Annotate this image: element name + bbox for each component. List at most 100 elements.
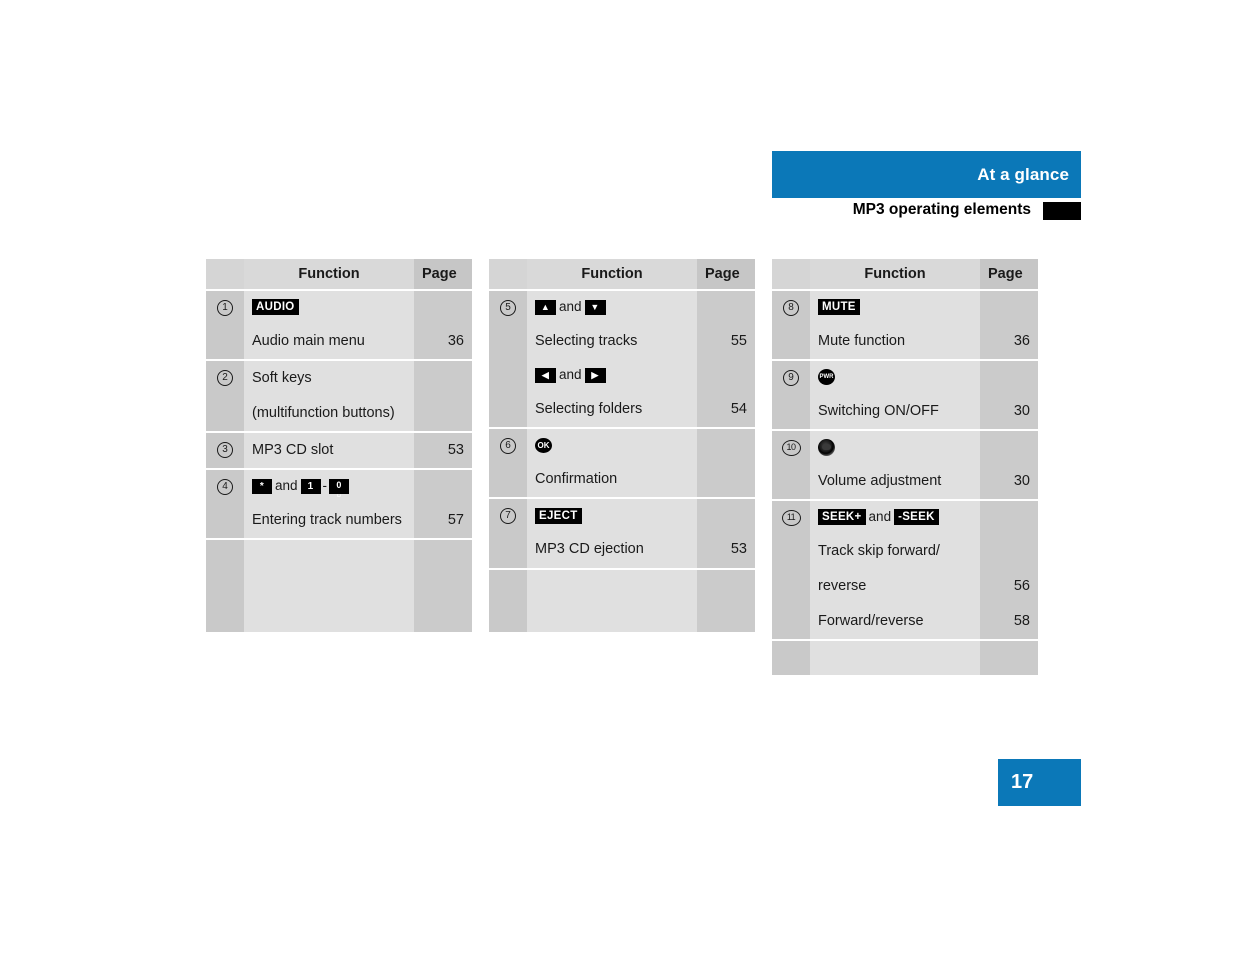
table-row: 3 MP3 CD slot 53: [206, 432, 472, 471]
arrow-key-icon: ◀: [535, 367, 556, 383]
function-cell: Forward/reverse: [810, 604, 980, 642]
page-cell: [414, 360, 472, 397]
item-number-badge: 4: [217, 479, 233, 496]
item-number-cell: 8: [772, 290, 810, 362]
column-header-function: Function: [810, 259, 980, 292]
column-header-page: Page: [414, 259, 472, 292]
page-cell: 53: [414, 432, 472, 471]
page-number: 17: [1011, 771, 1034, 793]
function-cell: OK: [527, 428, 697, 463]
function-cell: Selecting tracks: [527, 324, 697, 360]
page-cell: [697, 359, 755, 393]
page-cell: [980, 534, 1038, 570]
table-header-row: Function Page: [206, 259, 472, 292]
page-cell: [697, 498, 755, 533]
page-cell: [414, 469, 472, 504]
ok-button-icon: OK: [535, 438, 552, 454]
function-cell: Mute function: [810, 324, 980, 362]
conjunction-and: and: [868, 509, 892, 525]
function-cell: Switching ON/OFF: [810, 394, 980, 432]
table-row: Forward/reverse 58: [772, 604, 1038, 642]
table-row: 6 OK: [489, 428, 755, 500]
table-row: Entering track numbers 57: [206, 503, 472, 541]
page-cell: 36: [980, 324, 1038, 362]
number-key-label: 0: [336, 479, 342, 490]
item-number-cell: 3: [206, 432, 244, 471]
item-number-badge: 7: [500, 508, 516, 525]
chapter-tab-marker: [1043, 202, 1081, 220]
page-cell: 36: [414, 324, 472, 362]
function-cell: MP3 CD slot: [244, 432, 414, 471]
table-row: Mute function 36: [772, 324, 1038, 362]
table-row: Selecting folders 54: [489, 392, 755, 430]
function-cell: [810, 430, 980, 465]
table-middle-wrapper: Function Page 5 ▲ and ▼ Selecting tracks 55 ◀ and…: [489, 259, 755, 632]
function-cell: * and 1-0 ␣: [244, 469, 414, 504]
page-cell: [980, 360, 1038, 395]
page-cell: 56: [980, 569, 1038, 605]
table-row: 10: [772, 430, 1038, 502]
item-number-cell: 11: [772, 500, 810, 642]
item-number-cell: 5: [489, 290, 527, 430]
number-key-icon: *: [252, 478, 272, 494]
button-label-icon: AUDIO: [252, 299, 299, 316]
table-row: Selecting tracks 55: [489, 324, 755, 360]
page-cell: 57: [414, 503, 472, 541]
item-number-badge: 5: [500, 300, 516, 317]
item-number-cell: 10: [772, 430, 810, 502]
filler-function-cell: [527, 568, 697, 632]
table-row: reverse 56: [772, 569, 1038, 605]
table-row: 11 SEEK+ and -SEEK: [772, 500, 1038, 642]
table-row: 4 * and 1-0 ␣: [206, 469, 472, 541]
page-header: At a glance MP3 operating elements: [772, 151, 1081, 222]
table-row: 1 AUDIO: [206, 290, 472, 362]
filler-function-cell: [810, 640, 980, 676]
table-row: Volume adjustment 30: [772, 464, 1038, 502]
function-cell: AUDIO: [244, 290, 414, 325]
page-cell: [980, 430, 1038, 465]
table-row: Confirmation: [489, 462, 755, 500]
page-cell: 30: [980, 394, 1038, 432]
function-cell: EJECT: [527, 498, 697, 533]
function-cell: MP3 CD ejection: [527, 532, 697, 570]
table-left-wrapper: Function Page 1 AUDIO Audio main menu 36 2 Soft…: [206, 259, 472, 633]
page-cell: [980, 500, 1038, 535]
page-title-row: MP3 operating elements: [772, 198, 1081, 222]
table-row: 9 PWR: [772, 360, 1038, 432]
item-number-badge: 8: [783, 300, 799, 317]
arrow-key-icon: ▶: [584, 367, 606, 383]
function-cell: Selecting folders: [527, 392, 697, 430]
power-button-icon: PWR: [818, 369, 835, 386]
function-cell: Soft keys: [244, 360, 414, 397]
conjunction-and: and: [275, 478, 298, 494]
conjunction-and: and: [559, 367, 582, 383]
table-row: 2 Soft keys: [206, 360, 472, 434]
conjunction-and: and: [559, 299, 582, 315]
item-number-cell: 6: [489, 428, 527, 500]
item-number-badge: 6: [500, 438, 516, 455]
item-number-cell: 1: [206, 290, 244, 362]
section-title-bar: At a glance: [772, 151, 1081, 198]
table-left: Function Page 1 AUDIO Audio main menu 36 2 Soft…: [206, 259, 472, 633]
table-middle: Function Page 5 ▲ and ▼ Selecting tracks 55 ◀ and…: [489, 259, 755, 632]
item-number-cell: 7: [489, 498, 527, 570]
table-filler-row: [206, 539, 472, 633]
column-header-number: [772, 259, 810, 292]
table-header-row: Function Page: [489, 259, 755, 292]
function-cell: Volume adjustment: [810, 464, 980, 502]
page-cell: 30: [980, 464, 1038, 502]
table-row: 5 ▲ and ▼: [489, 290, 755, 430]
function-cell: MUTE: [810, 290, 980, 325]
function-cell: (multifunction buttons): [244, 396, 414, 434]
button-label-icon: EJECT: [535, 507, 582, 524]
page-cell: [414, 290, 472, 325]
table-right: Function Page 8 MUTE Mute function 36 9 PWR Swit…: [772, 259, 1038, 676]
arrow-key-icon: ▲: [535, 299, 556, 315]
function-cell: Confirmation: [527, 462, 697, 500]
table-filler-row: [489, 568, 755, 632]
table-filler-row: [772, 640, 1038, 676]
button-label-icon: MUTE: [818, 299, 860, 316]
section-title: At a glance: [977, 164, 1069, 184]
function-cell: SEEK+ and -SEEK: [810, 500, 980, 535]
page-cell: [697, 462, 755, 500]
